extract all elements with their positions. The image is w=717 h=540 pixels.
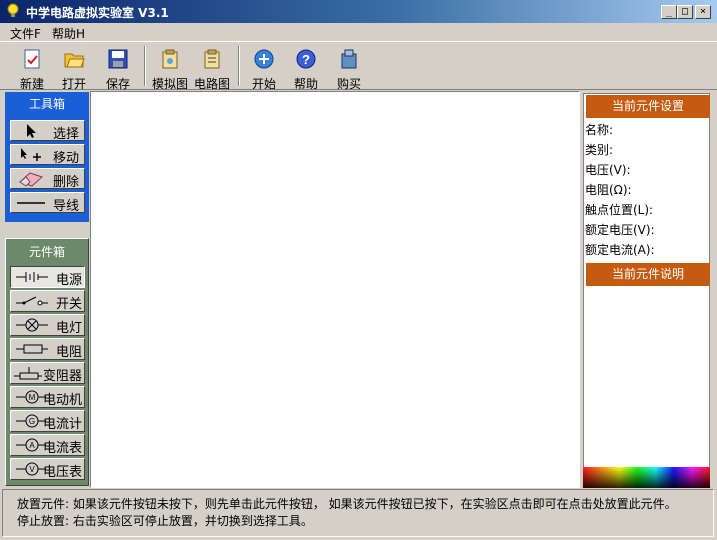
svg-text:A: A bbox=[29, 441, 35, 450]
svg-text:M: M bbox=[29, 393, 36, 402]
component-properties-panel: 当前元件设置 名称: 类别: 电压(V): 电阻(Ω): 触点位置(L): 额定… bbox=[583, 93, 710, 488]
window-title: 中学电路虚拟实验室 V3.1 bbox=[26, 6, 169, 20]
toolbar: 新建 打开 保存 模拟图 电路图 开始 ? 帮助 购买 bbox=[0, 41, 717, 91]
arrow-cursor-icon bbox=[27, 124, 36, 138]
status-line-place: 放置元件: 如果该元件按钮未按下，则先单击此元件按钮， 如果该元件按钮已按下，在… bbox=[17, 497, 677, 511]
toolbar-separator bbox=[144, 46, 146, 86]
toolbox-panel: 工具箱 选择 移动 删除 导线 bbox=[5, 92, 89, 222]
start-button-label: 开始 bbox=[251, 77, 276, 91]
status-bar: 放置元件: 如果该元件按钮未按下，则先单击此元件按钮， 如果该元件按钮已按下，在… bbox=[2, 489, 714, 537]
tool-select-label: 选择 bbox=[52, 127, 79, 142]
open-folder-icon bbox=[64, 53, 85, 68]
component-motor-label: 电动机 bbox=[42, 393, 82, 408]
experiment-canvas[interactable] bbox=[90, 91, 580, 488]
description-header: 当前元件说明 bbox=[586, 263, 710, 286]
component-switch-button[interactable]: 开关 bbox=[10, 290, 85, 312]
new-button-label: 新建 bbox=[19, 77, 44, 91]
component-resistor-label: 电阻 bbox=[55, 345, 82, 360]
svg-text:?: ? bbox=[302, 52, 310, 67]
new-button[interactable]: 新建 bbox=[12, 46, 52, 91]
close-button[interactable]: × bbox=[695, 5, 711, 19]
component-panel-title: 元件箱 bbox=[28, 245, 65, 259]
toolbar-separator bbox=[238, 46, 240, 86]
tool-delete-label: 删除 bbox=[52, 175, 79, 190]
title-bar: 中学电路虚拟实验室 V3.1 _ □ × bbox=[0, 0, 717, 23]
component-resistor-button[interactable]: 电阻 bbox=[10, 338, 85, 360]
circuit-diagram-icon bbox=[204, 49, 220, 69]
tool-move-label: 移动 bbox=[52, 151, 79, 166]
save-button[interactable]: 保存 bbox=[98, 46, 138, 91]
component-galvanometer-button[interactable]: G 电流计 bbox=[10, 410, 85, 432]
help-button[interactable]: ? 帮助 bbox=[286, 46, 326, 91]
field-type: 类别: bbox=[585, 143, 614, 157]
toolbox-title: 工具箱 bbox=[28, 97, 65, 111]
eraser-icon bbox=[19, 172, 43, 187]
component-ammeter-label: 电流表 bbox=[42, 441, 82, 456]
simulation-view-label: 模拟图 bbox=[151, 77, 188, 91]
open-button[interactable]: 打开 bbox=[54, 46, 94, 91]
tool-wire-button[interactable]: 导线 bbox=[10, 192, 85, 214]
component-switch-label: 开关 bbox=[55, 297, 82, 312]
component-lamp-label: 电灯 bbox=[55, 321, 82, 336]
menu-bar: 文件F 帮助H bbox=[0, 23, 717, 41]
switch-symbol-icon bbox=[16, 296, 48, 306]
tool-move-button[interactable]: 移动 bbox=[10, 144, 85, 166]
settings-header: 当前元件设置 bbox=[586, 95, 710, 118]
wire-line-icon bbox=[17, 202, 45, 204]
menu-file[interactable]: 文件F bbox=[10, 25, 41, 42]
component-voltmeter-label: 电压表 bbox=[42, 465, 82, 480]
lightbulb-icon bbox=[7, 3, 19, 17]
field-contact-position: 触点位置(L): bbox=[585, 203, 654, 217]
component-voltmeter-button[interactable]: V 电压表 bbox=[10, 458, 85, 480]
save-disk-icon bbox=[108, 49, 128, 69]
move-cursor-icon bbox=[21, 148, 41, 161]
component-motor-button[interactable]: M 电动机 bbox=[10, 386, 85, 408]
resistor-symbol-icon bbox=[16, 344, 48, 354]
minimize-button[interactable]: _ bbox=[661, 5, 677, 19]
battery-symbol-icon bbox=[16, 272, 48, 282]
field-rated-voltage: 额定电压(V): bbox=[585, 223, 655, 237]
component-galvanometer-label: 电流计 bbox=[42, 417, 82, 432]
circuit-view-label: 电路图 bbox=[193, 77, 230, 91]
new-file-icon bbox=[24, 49, 40, 69]
start-icon bbox=[254, 49, 274, 69]
component-battery-button[interactable]: 电源 bbox=[10, 266, 85, 288]
tool-select-button[interactable]: 选择 bbox=[10, 120, 85, 142]
component-ammeter-button[interactable]: A 电流表 bbox=[10, 434, 85, 456]
buy-button[interactable]: 购买 bbox=[329, 46, 369, 91]
component-rheostat-label: 变阻器 bbox=[42, 369, 82, 384]
maximize-button[interactable]: □ bbox=[677, 5, 693, 19]
save-button-label: 保存 bbox=[105, 77, 130, 91]
component-panel: 元件箱 电源 开关 电灯 电阻 变阻器 M 电动机 G 电流计 A 电流表 V … bbox=[5, 238, 89, 486]
buy-button-label: 购买 bbox=[336, 77, 361, 91]
simulation-diagram-icon bbox=[162, 49, 178, 69]
field-voltage: 电压(V): bbox=[585, 163, 631, 177]
status-line-stop: 停止放置: 右击实验区可停止放置，并切换到选择工具。 bbox=[17, 514, 313, 528]
lamp-symbol-icon bbox=[16, 318, 48, 332]
help-icon: ? bbox=[296, 49, 316, 69]
component-lamp-button[interactable]: 电灯 bbox=[10, 314, 85, 336]
circuit-view-button[interactable]: 电路图 bbox=[192, 46, 232, 91]
svg-text:G: G bbox=[29, 417, 35, 426]
field-resistance: 电阻(Ω): bbox=[585, 183, 632, 197]
color-palette-shade bbox=[583, 467, 710, 488]
svg-text:V: V bbox=[29, 465, 35, 474]
component-battery-label: 电源 bbox=[55, 273, 82, 288]
component-rheostat-button[interactable]: 变阻器 bbox=[10, 362, 85, 384]
help-button-label: 帮助 bbox=[293, 77, 318, 91]
tool-wire-label: 导线 bbox=[52, 199, 79, 214]
open-button-label: 打开 bbox=[61, 77, 86, 91]
menu-help[interactable]: 帮助H bbox=[52, 25, 85, 42]
field-rated-current: 额定电流(A): bbox=[585, 243, 655, 257]
simulation-view-button[interactable]: 模拟图 bbox=[150, 46, 190, 91]
start-button[interactable]: 开始 bbox=[244, 46, 284, 91]
buy-icon bbox=[341, 49, 357, 69]
field-name: 名称: bbox=[585, 123, 614, 137]
tool-delete-button[interactable]: 删除 bbox=[10, 168, 85, 190]
